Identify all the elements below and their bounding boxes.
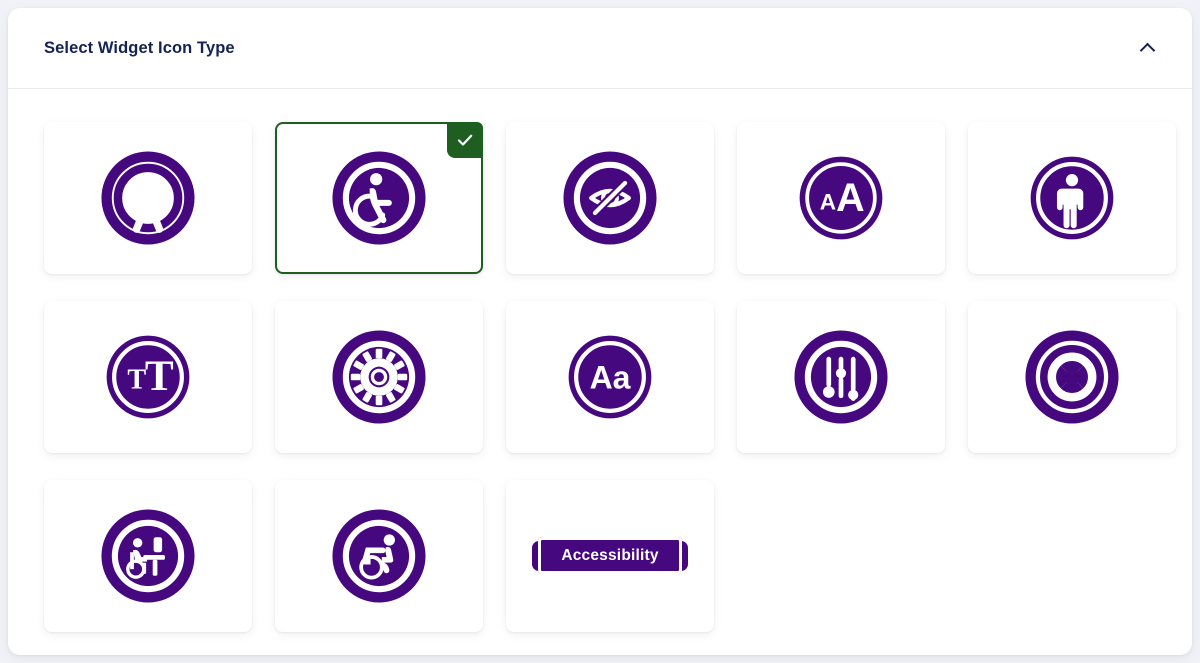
icon-tile-typography-aa[interactable]: Aa <box>506 301 714 453</box>
accessibility-text-badge: Accessibility <box>532 537 688 574</box>
svg-text:T: T <box>145 352 174 400</box>
accessibility-text-badge-inner: Accessibility <box>538 537 682 574</box>
icon-tile-active-wheelchair[interactable] <box>275 480 483 632</box>
icon-tile-sliders[interactable] <box>737 301 945 453</box>
gear-icon <box>332 330 426 424</box>
panel-header: Select Widget Icon Type <box>8 8 1192 89</box>
wheelchair-icon <box>332 151 426 245</box>
icon-grid: A A T T Aa Accessibility <box>8 89 1192 632</box>
icon-tile-life-ring[interactable] <box>968 301 1176 453</box>
page-title: Select Widget Icon Type <box>44 38 235 57</box>
svg-text:A: A <box>836 176 865 220</box>
icon-tile-text-size-tt[interactable]: T T <box>44 301 252 453</box>
icon-tile-eye-slash[interactable] <box>506 122 714 274</box>
check-icon <box>457 134 473 146</box>
typography-aa-icon: Aa <box>563 330 657 424</box>
selected-check-badge <box>447 122 483 158</box>
icon-tile-gear[interactable] <box>275 301 483 453</box>
icon-tile-accessibility-text[interactable]: Accessibility <box>506 480 714 632</box>
active-wheelchair-icon <box>332 509 426 603</box>
standing-person-icon <box>1025 151 1119 245</box>
accessibility-person-icon <box>101 151 195 245</box>
life-ring-icon <box>1025 330 1119 424</box>
svg-text:A: A <box>820 189 836 214</box>
svg-text:Aa: Aa <box>590 359 631 395</box>
icon-tile-standing-person[interactable] <box>968 122 1176 274</box>
icon-tile-wheelchair-desk[interactable] <box>44 480 252 632</box>
svg-text:T: T <box>127 364 146 395</box>
icon-tile-text-size-aa[interactable]: A A <box>737 122 945 274</box>
eye-slash-icon <box>563 151 657 245</box>
chevron-up-icon <box>1139 42 1155 58</box>
sliders-icon <box>794 330 888 424</box>
icon-tile-wheelchair[interactable] <box>275 122 483 274</box>
collapse-panel-button[interactable] <box>1130 31 1164 65</box>
text-size-aa-icon: A A <box>794 151 888 245</box>
accessibility-text-badge-label: Accessibility <box>561 547 659 564</box>
icon-tile-accessibility-person[interactable] <box>44 122 252 274</box>
widget-icon-panel: Select Widget Icon Type A A T T Aa Acces… <box>8 8 1192 655</box>
page-root: Select Widget Icon Type A A T T Aa Acces… <box>0 0 1200 663</box>
wheelchair-desk-icon <box>101 509 195 603</box>
text-size-tt-icon: T T <box>101 330 195 424</box>
